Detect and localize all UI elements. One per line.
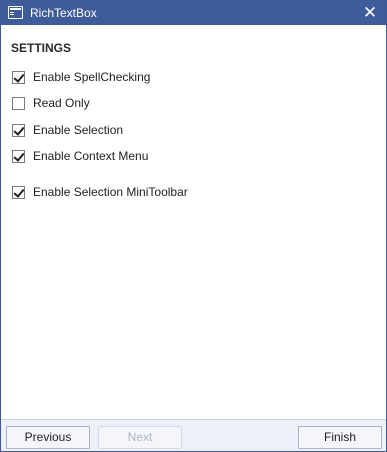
option-label: Enable SpellChecking <box>33 70 151 84</box>
checkbox-enable-selection-minitoolbar[interactable] <box>12 185 25 199</box>
finish-button[interactable]: Finish <box>298 426 382 449</box>
option-label: Read Only <box>33 96 90 110</box>
settings-panel: SETTINGS Enable SpellChecking Read Only … <box>1 25 386 419</box>
option-read-only[interactable]: Read Only <box>12 95 90 111</box>
option-enable-spellchecking[interactable]: Enable SpellChecking <box>12 69 150 85</box>
title-bar[interactable]: RichTextBox ✕ <box>1 1 386 25</box>
option-label: Enable Selection MiniToolbar <box>33 185 188 199</box>
option-enable-selection-minitoolbar[interactable]: Enable Selection MiniToolbar <box>12 184 188 200</box>
window-title: RichTextBox <box>30 6 97 20</box>
option-label: Enable Selection <box>33 123 124 137</box>
option-enable-context-menu[interactable]: Enable Context Menu <box>12 148 148 164</box>
previous-button[interactable]: Previous <box>6 426 90 449</box>
settings-heading: SETTINGS <box>11 41 72 55</box>
close-icon[interactable]: ✕ <box>360 2 380 24</box>
window-icon <box>8 6 23 19</box>
checkbox-enable-selection[interactable] <box>12 123 25 137</box>
wizard-footer: Previous Next Finish <box>1 419 386 451</box>
option-label: Enable Context Menu <box>33 149 149 163</box>
option-enable-selection[interactable]: Enable Selection <box>12 122 123 138</box>
dialog-window: RichTextBox ✕ SETTINGS Enable SpellCheck… <box>0 0 387 452</box>
checkbox-read-only[interactable] <box>12 96 25 110</box>
next-button[interactable]: Next <box>98 426 182 449</box>
checkbox-enable-spellchecking[interactable] <box>12 70 25 84</box>
checkbox-enable-context-menu[interactable] <box>12 149 25 163</box>
